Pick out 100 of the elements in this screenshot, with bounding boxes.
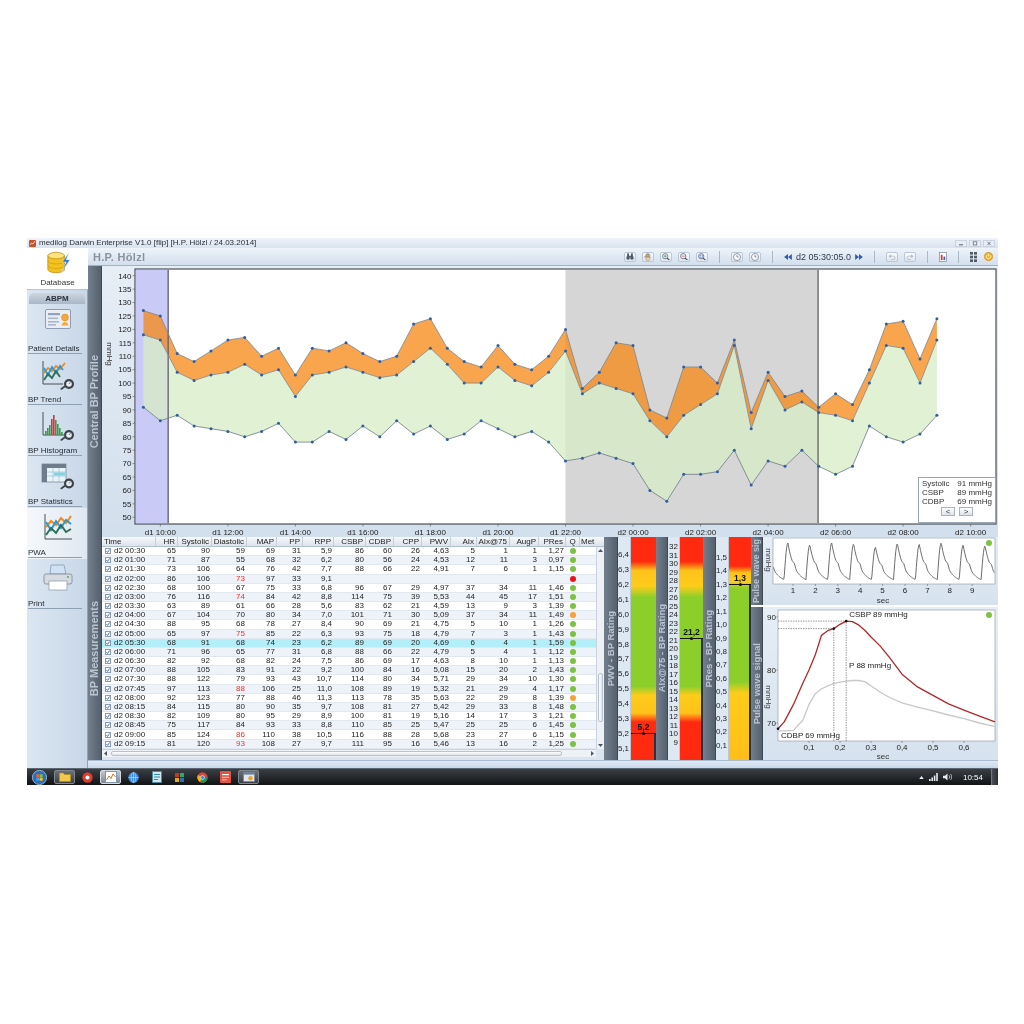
annotation-label: CDBP 69 mmHg (781, 731, 840, 741)
table-cell-text: 31 (291, 547, 302, 556)
table-cell: d2 01:30 (114, 565, 146, 574)
x-tick-label: d1 12:00 (212, 527, 244, 537)
table-cell-text: 1 (531, 647, 538, 657)
table-cell-text: 8 (531, 693, 538, 702)
table-cell-text: 15 (465, 666, 476, 675)
x-tick-label: 7 (925, 585, 930, 595)
table-cell-text: 5,08 (432, 666, 450, 675)
x-tick-label: d1 22:00 (549, 527, 582, 537)
x-tick-label: d1 10:00 (144, 527, 176, 537)
table-cell-text: 106 (195, 565, 211, 574)
table-cell-text: 73 (166, 565, 177, 574)
table-cell-text: 110 (261, 730, 276, 739)
scale-label: 19 (669, 653, 678, 662)
table-cell-text: 4 (502, 647, 509, 657)
y-tick-label: 120 (118, 325, 132, 335)
table-cell-text: 1,48 (547, 702, 565, 712)
table-cell-text: 93 (265, 675, 276, 684)
table-cell-text: 1,12 (547, 647, 565, 657)
table-cell-text: 90 (354, 620, 365, 629)
table-cell: d2 03:00 (114, 592, 146, 601)
table-cell-text: 68 (265, 556, 276, 565)
rating-value: 21,2 (682, 627, 701, 637)
table-cell-text: 16 (410, 739, 421, 748)
table-cell-text: 4,91 (432, 565, 450, 574)
table-cell: d2 00:30 (114, 547, 146, 556)
table-cell-text: 69 (265, 547, 276, 556)
table-cell-text: 12 (465, 556, 476, 565)
table-cell-text: 26 (410, 547, 421, 556)
table-cell-text: 7,0 (319, 611, 333, 620)
table-cell-text: 10 (498, 620, 509, 629)
scale-label: 16 (669, 679, 678, 688)
table-cell-text: 5,16 (432, 712, 450, 721)
table-cell-text: 97 (265, 574, 276, 583)
table-cell-text: 4 (502, 638, 509, 647)
table-cell-text: 74 (235, 592, 246, 602)
table-cell-text: 76 (265, 565, 276, 574)
table-cell-text: 23 (291, 638, 302, 647)
table-cell-text: 62 (382, 602, 393, 611)
table-cell-text: 29 (465, 675, 476, 684)
table-cell-text: 95 (382, 739, 393, 748)
table-cell-text: 69 (382, 657, 393, 666)
table-cell-text: 14 (465, 712, 476, 721)
table-cell-text: 74 (265, 638, 276, 647)
scale-label: 15 (669, 687, 678, 696)
table-cell-text: 17 (410, 657, 421, 666)
table-cell-text: 65 (166, 629, 177, 638)
table-cell-text: 9,7 (319, 702, 333, 712)
table-cell-text: 117 (196, 721, 211, 730)
table-cell: d2 09:00 (114, 730, 146, 739)
scale-label: 5,4 (617, 700, 629, 709)
scale-label: 0,1 (715, 741, 727, 750)
y-tick-label: 80 (122, 432, 132, 442)
x-tick-label: 0,1 (803, 742, 815, 752)
panel-title: Central BP Profile (89, 354, 100, 449)
y-tick-label: 55 (122, 499, 132, 509)
table-cell-text: 1,30 (547, 675, 565, 684)
table-cell-text: 5,32 (432, 684, 450, 693)
table-cell-text: 28 (291, 602, 302, 611)
table-cell-text: 78 (382, 693, 393, 702)
scale-label: 1,1 (715, 607, 727, 616)
table-cell-text: 11 (527, 583, 538, 592)
table-cell-text: 5 (469, 547, 476, 556)
table-cell-text: 86 (235, 730, 246, 739)
table-cell-text: 38 (291, 730, 302, 739)
table-cell-text: 25 (410, 721, 421, 730)
table-cell-text: 5,46 (432, 739, 450, 748)
table-cell-text: 21 (410, 602, 421, 611)
table-cell-text: 88 (166, 666, 177, 675)
table-cell-text: 67 (235, 583, 246, 592)
scale-label: 9 (673, 738, 678, 747)
table-cell-text: 87 (200, 556, 211, 565)
scale-label: 5,9 (617, 625, 629, 634)
table-cell-text: 28 (410, 730, 421, 739)
table-cell-text: 59 (235, 547, 246, 556)
table-cell-text: 83 (235, 666, 246, 675)
table-cell-text: 33 (291, 574, 302, 583)
table-cell-text: 1,39 (547, 602, 565, 611)
table-cell: d2 05:30 (114, 638, 146, 647)
table-cell-text: 82 (166, 712, 177, 721)
table-cell-text: 106 (195, 574, 211, 583)
table-cell-text: 95 (265, 712, 276, 721)
scale-label: 1,0 (715, 621, 727, 630)
table-cell-text: 64 (235, 565, 246, 574)
table-cell-text: 5,42 (432, 702, 450, 712)
table-cell-text: 1 (531, 629, 538, 638)
table-cell-text: 6,2 (319, 638, 333, 647)
scale-label: 28 (669, 577, 678, 586)
table-cell-text: 108 (349, 684, 365, 693)
table-cell-text: 19 (410, 712, 421, 721)
table-cell-text: 44 (465, 592, 476, 602)
table-cell-text: 4,69 (432, 638, 450, 647)
x-tick-label: d2 06:00 (820, 527, 852, 537)
table-cell-text: 3 (502, 629, 509, 638)
y-tick-label: 60 (122, 486, 132, 496)
x-tick-label: d1 20:00 (482, 527, 514, 537)
y-tick-label: 135 (118, 284, 132, 294)
scale-label: 29 (669, 568, 678, 577)
table-cell-text: 92 (166, 693, 177, 702)
